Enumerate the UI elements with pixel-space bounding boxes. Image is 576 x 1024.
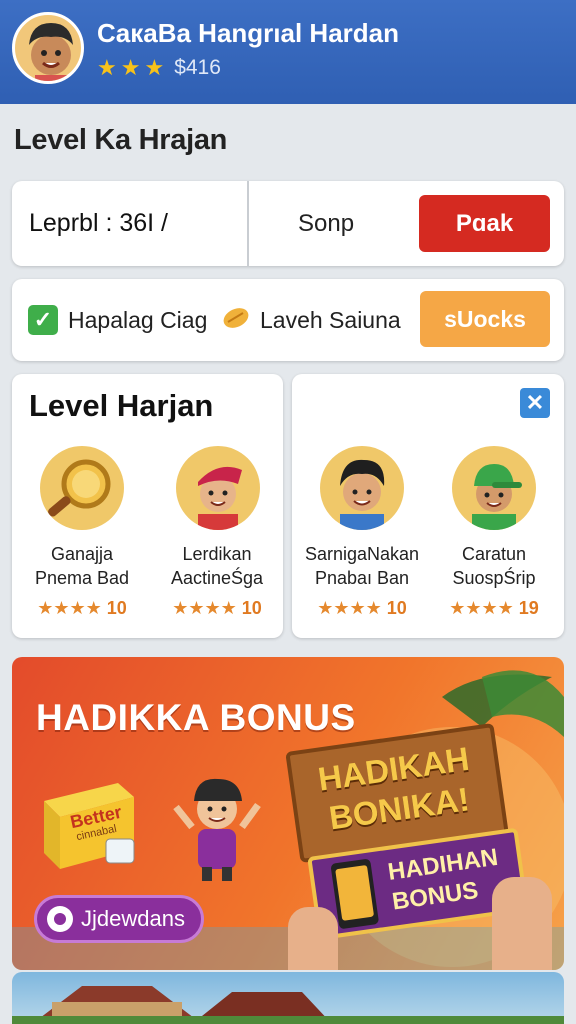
chat-bubble-icon [47, 906, 73, 932]
star-icon: ★★★★ [317, 598, 382, 618]
star-icon: ★★★★ [172, 598, 237, 618]
star-icon: ★ [97, 55, 117, 80]
options-row: ✓ Hapalag Ciag Laveh Saiuna sUocks [12, 279, 564, 361]
character-rating: ★★★★ 10 [172, 598, 262, 618]
character-red-hat-icon[interactable] [176, 446, 260, 530]
character-rating: ★★★★ 10 [317, 598, 407, 618]
character-rating: ★★★★ 10 [37, 598, 127, 618]
star-icon: ★★★★ [37, 598, 102, 618]
star-icon: ★★★★ [449, 598, 514, 618]
hand-icon [288, 907, 338, 970]
app-title: CaкaBa Hangrıal Hardan [97, 18, 399, 48]
character-name: Caratun SuospŚrip [452, 544, 536, 588]
bonus-claim-button[interactable]: Jjdewdans [34, 895, 204, 943]
star-icon: ★ [144, 55, 165, 80]
character-name: SarnigaNakan Pnabaı Ban [304, 544, 420, 588]
bonus-button-label: Jjdewdans [81, 906, 185, 931]
checkbox-label: Hapalag Ciag [68, 307, 208, 333]
egg-label: Laveh Saiuna [260, 307, 401, 333]
character-dark-hair-icon[interactable] [320, 446, 404, 530]
phone-icon [330, 858, 380, 930]
header-rating: ★ ★ ★ $416 [97, 56, 221, 80]
panel-title: Level Harjan [29, 388, 214, 423]
star-icon: ★ [120, 55, 141, 80]
divider [247, 181, 249, 266]
close-icon[interactable]: ✕ [520, 388, 550, 418]
checkbox-icon[interactable]: ✓ [28, 305, 58, 335]
section-title: Level Ka Hrajan [14, 124, 228, 156]
egg-icon [221, 305, 251, 336]
play-button[interactable]: Pɑak [419, 195, 550, 252]
gift-box-icon: Better cinnabal [42, 777, 135, 869]
song-label[interactable]: Sonp [298, 210, 354, 238]
avatar[interactable] [12, 12, 84, 84]
character-panel-left: Level Harjan Ganajja Pnema Bad ★★★★ 10 L… [12, 374, 283, 638]
level-field[interactable]: Leprbl : 36I / [29, 209, 168, 238]
sign-text: HADIKAH BONIKA! [315, 739, 472, 837]
coin-balance: $416 [174, 56, 221, 79]
character-name: Ganajja Pnema Bad [34, 544, 130, 588]
bonus-title: HADIKKA BONUS [36, 697, 356, 738]
character-name: Lerdikan AactineŚga [170, 544, 264, 588]
character-panel-right: ✕ SarnigaNakan Pnabaı Ban ★★★★ 10 Caratu [292, 374, 564, 638]
hand-icon [492, 877, 552, 970]
magnifier-icon[interactable] [40, 446, 124, 530]
character-green-cap-icon[interactable] [452, 446, 536, 530]
bottom-banner[interactable] [12, 972, 564, 1024]
app-header: CaкaBa Hangrıal Hardan ★ ★ ★ $416 [0, 0, 576, 104]
unlock-button[interactable]: sUocks [420, 291, 550, 347]
village-scene [12, 986, 564, 1024]
character-rating: ★★★★ 19 [449, 598, 539, 618]
bonus-banner[interactable]: HADIKKA BONUS Better cinnabal Jjdewdans [12, 657, 564, 970]
bonus-card-text: HADIHAN BONUS [386, 843, 500, 916]
level-row: Leprbl : 36I / Sonp Pɑak [12, 181, 564, 266]
boy-character-icon [172, 767, 262, 887]
